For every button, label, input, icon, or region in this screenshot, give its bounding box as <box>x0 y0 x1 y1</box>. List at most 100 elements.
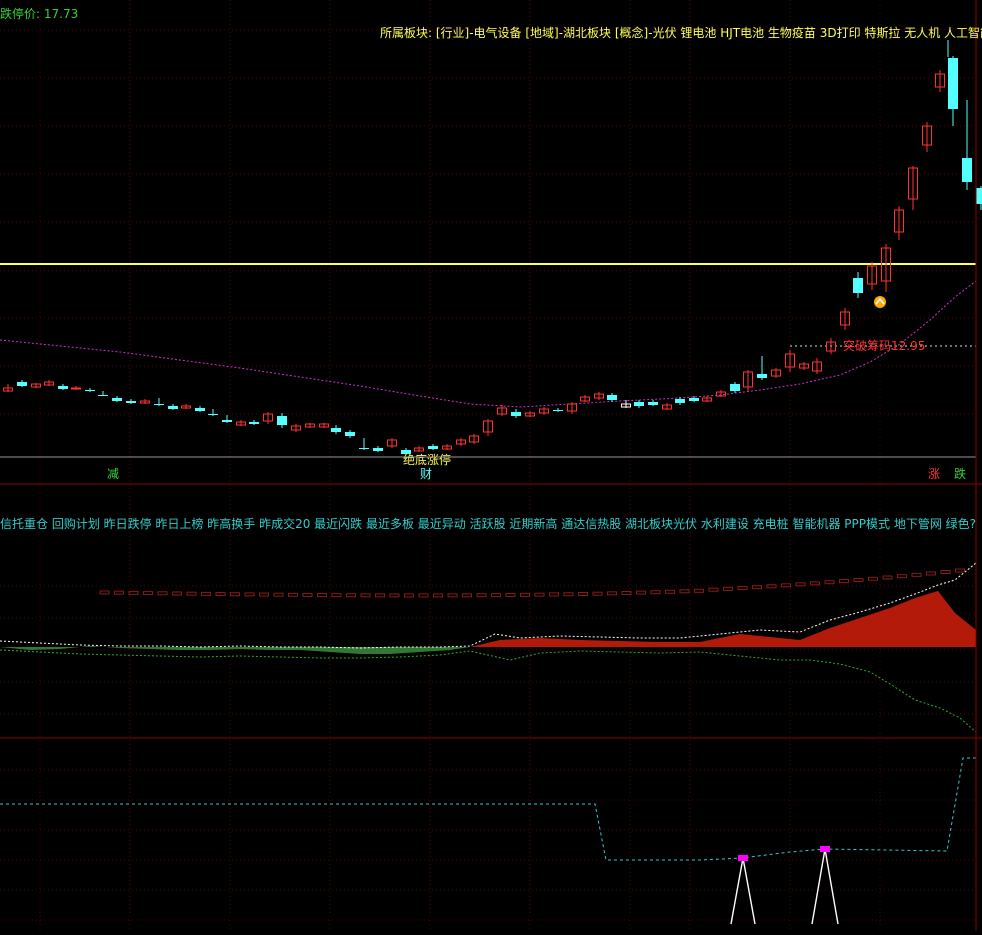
flag-limit-up[interactable]: 涨 <box>928 467 940 481</box>
flow-box <box>724 587 733 590</box>
flow-box <box>883 576 892 579</box>
flow-box <box>318 594 327 597</box>
flow-box <box>811 582 820 585</box>
flow-box <box>927 572 936 575</box>
flow-box <box>637 591 646 594</box>
flow-box <box>825 581 834 584</box>
candle-body-down <box>511 412 521 416</box>
candle-body-down <box>976 188 982 204</box>
candle-body-down <box>222 420 232 422</box>
flag-reduce[interactable]: 减 <box>107 467 119 481</box>
flow-box <box>666 590 675 593</box>
sector-info: 所属板块: [行业]-电气设备 [地域]-湖北板块 [概念]-光伏 锂电池 HJ… <box>380 26 982 40</box>
flow-box <box>709 588 718 591</box>
candle-body-down <box>17 382 27 386</box>
flow-box <box>419 594 428 597</box>
flow-box <box>347 594 356 597</box>
kline-chart[interactable]: 突破筹码12.95 绝底涨停 <box>0 0 982 931</box>
candle-body-down <box>331 428 341 432</box>
candle-body-down <box>553 410 563 411</box>
flow-box <box>303 593 312 596</box>
candle-body-down <box>112 398 122 401</box>
candle-body-down <box>345 432 355 436</box>
flow-box <box>550 593 559 596</box>
candlesticks <box>4 56 982 455</box>
candle-body-down <box>58 386 68 389</box>
candle-body-down <box>648 402 658 405</box>
flow-box <box>608 592 617 595</box>
flow-box <box>651 591 660 594</box>
flow-box <box>289 593 298 596</box>
lower-dashed-line <box>0 650 976 732</box>
candle-body-down <box>853 278 863 293</box>
candle-body-down <box>154 404 164 405</box>
flow-box <box>173 592 182 595</box>
flow-box <box>245 593 254 596</box>
flow-box <box>753 586 762 589</box>
candle-body-down <box>85 390 95 391</box>
spike-1 <box>731 858 755 924</box>
signal-panel <box>0 758 976 924</box>
flow-box <box>477 594 486 597</box>
candle-body-down <box>168 406 178 409</box>
flow-box <box>521 593 530 596</box>
moving-average-line <box>0 281 976 407</box>
flow-box <box>405 594 414 597</box>
grid <box>0 0 976 931</box>
flow-box <box>738 587 747 590</box>
flag-finance[interactable]: 财 <box>420 467 432 481</box>
candle-body-down <box>208 414 218 415</box>
flow-box <box>216 593 225 596</box>
candle-body-down <box>634 402 644 406</box>
candle-body-down <box>373 448 383 451</box>
flow-box <box>941 570 950 573</box>
candle-body-down <box>359 448 369 449</box>
flow-box <box>492 594 501 597</box>
flow-box <box>231 593 240 596</box>
concept-tags: 信托重仓 回购计划 昨日跌停 昨日上榜 昨高换手 昨成交20 最近闪跌 最近多板… <box>0 517 976 531</box>
candle-body-down <box>277 416 287 425</box>
candle-body-down <box>249 422 259 424</box>
flow-box <box>680 590 689 593</box>
flow-box <box>115 591 124 594</box>
flow-box <box>869 577 878 580</box>
flow-box <box>564 593 573 596</box>
candle-body-down <box>607 395 617 400</box>
candle-body-down <box>948 58 958 109</box>
candle-body-down <box>962 158 972 182</box>
flow-box <box>434 594 443 597</box>
flow-box <box>376 594 385 597</box>
flow-box <box>535 593 544 596</box>
flow-box <box>361 594 370 597</box>
flow-box <box>695 589 704 592</box>
flow-box <box>144 592 153 595</box>
candle-body-down <box>689 398 699 401</box>
breakout-label: 突破筹码12.95 <box>843 338 925 353</box>
candle-body-down <box>98 395 108 396</box>
flow-box <box>274 593 283 596</box>
candle-body-down <box>195 408 205 411</box>
flow-box <box>782 584 791 587</box>
flag-limit-down[interactable]: 跌 <box>954 467 966 481</box>
flow-box <box>593 592 602 595</box>
flow-box <box>187 592 196 595</box>
candle-body-down <box>428 446 438 449</box>
spike-2 <box>812 849 838 924</box>
flow-box <box>796 583 805 586</box>
signal-step-line <box>0 758 976 860</box>
outflow-area <box>0 646 470 654</box>
breakout-marker <box>874 296 886 308</box>
chart-stage[interactable]: 突破筹码12.95 绝底涨停 跌停价: 17.73 所属板块: [行业]-电气设… <box>0 0 982 931</box>
flow-box <box>448 594 457 597</box>
flow-box <box>158 592 167 595</box>
spike-2-cap <box>820 846 830 852</box>
candle-body-up <box>72 388 81 389</box>
flow-box <box>579 592 588 595</box>
flow-box <box>956 569 965 572</box>
flow-box <box>100 591 109 594</box>
flow-box <box>840 580 849 583</box>
flow-box <box>898 575 907 578</box>
bottom-limit-label: 绝底涨停 <box>403 452 451 467</box>
flow-box <box>912 573 921 576</box>
candle-body-down <box>126 401 136 403</box>
